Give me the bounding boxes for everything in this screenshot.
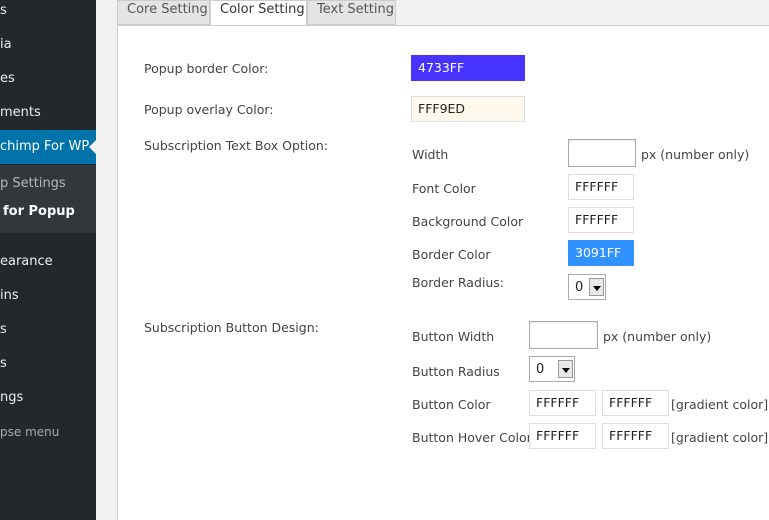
textbox-font-color-field[interactable]: FFFFFF [568,174,634,200]
color-settings-panel: Popup border Color: 4733FF Popup overlay… [117,25,769,520]
popup-overlay-color-label: Popup overlay Color: [144,102,274,117]
button-section-label: Subscription Button Design: [144,320,319,335]
button-color-field-2[interactable]: FFFFFF [602,390,669,416]
sidebar-item-media[interactable]: ia [0,28,96,62]
popup-border-color-field[interactable]: 4733FF [411,55,525,81]
popup-border-color-label: Popup border Color: [144,61,269,76]
textbox-border-color-field[interactable]: 3091FF [568,240,634,266]
textbox-width-label: Width [412,147,449,162]
sidebar-item-appearance[interactable]: earance [0,245,96,279]
chevron-down-icon [589,278,604,296]
collapse-menu-button[interactable]: pse menu [0,415,96,449]
tab-core-setting[interactable]: Core Setting [117,0,210,25]
button-width-hint: px (number only) [603,329,712,344]
chevron-down-icon [558,360,573,378]
tab-color-setting[interactable]: Color Setting [210,0,307,26]
textbox-border-radius-label: Border Radius: [412,275,505,290]
textbox-width-hint: px (number only) [641,147,750,162]
sidebar-item-mailchimp[interactable]: chimp For WP [0,130,96,164]
tab-text-setting[interactable]: Text Setting [307,0,396,25]
textbox-section-label: Subscription Text Box Option: [144,138,329,153]
sidebar-item-tools[interactable]: s [0,347,96,381]
button-radius-select[interactable]: 0 [529,356,575,382]
submenu-item-popup-settings[interactable]: p Settings [0,172,66,196]
button-color-label: Button Color [412,397,491,412]
popup-overlay-color-field[interactable]: FFF9ED [411,96,525,122]
button-width-input[interactable] [529,321,598,349]
button-color-field-1[interactable]: FFFFFF [529,390,596,416]
button-color-hint: [gradient color] [671,397,769,412]
submenu-item-for-popup[interactable]: for Popup [0,200,75,224]
sidebar-item-plugins[interactable]: ins [0,279,96,313]
textbox-font-color-label: Font Color [412,181,476,196]
textbox-width-input[interactable] [568,139,636,167]
textbox-border-radius-select[interactable]: 0 [568,274,606,300]
sidebar-item-comments[interactable]: ments [0,96,96,130]
sidebar-submenu: p Settings for Popup [0,165,96,233]
button-hover-color-field-1[interactable]: FFFFFF [529,423,596,449]
button-hover-color-field-2[interactable]: FFFFFF [602,423,669,449]
admin-sidebar: s ia es ments chimp For WP p Settings fo… [0,0,96,520]
button-width-label: Button Width [412,329,495,344]
button-radius-label: Button Radius [412,364,500,379]
sidebar-item-users[interactable]: s [0,313,96,347]
textbox-bg-color-field[interactable]: FFFFFF [568,207,634,233]
button-hover-color-label: Button Hover Color [412,430,532,445]
sidebar-item-posts[interactable]: s [0,0,96,28]
button-hover-color-hint: [gradient color] [671,430,769,445]
textbox-bg-color-label: Background Color [412,214,524,229]
textbox-border-color-label: Border Color [412,247,491,262]
sidebar-item-pages[interactable]: es [0,62,96,96]
sidebar-item-settings[interactable]: ngs [0,381,96,415]
